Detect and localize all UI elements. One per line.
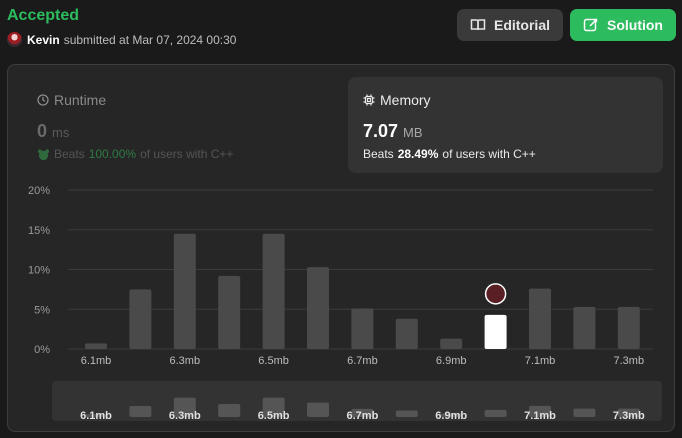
- submission-info: Kevin submitted at Mar 07, 2024 00:30: [7, 32, 236, 47]
- bar: [262, 233, 285, 349]
- bar: [440, 338, 463, 349]
- editorial-button[interactable]: Editorial: [457, 9, 563, 41]
- x-tick-label: 6.3mb: [170, 355, 201, 367]
- bar-highlight: [484, 314, 507, 349]
- bar: [617, 306, 640, 349]
- y-tick-label: 10%: [28, 265, 50, 277]
- overview-tick-label: 6.1mb: [80, 410, 112, 422]
- bar: [573, 306, 596, 349]
- solution-label: Solution: [607, 17, 663, 33]
- book-icon: [470, 19, 486, 31]
- user-name[interactable]: Kevin: [27, 33, 60, 47]
- bar: [395, 318, 418, 349]
- avatar[interactable]: [7, 32, 22, 47]
- overview-tick-label: 6.3mb: [169, 410, 201, 422]
- overview-bar: [129, 406, 152, 417]
- y-tick-label: 20%: [28, 185, 50, 197]
- editorial-label: Editorial: [493, 17, 550, 33]
- overview-tick-label: 6.5mb: [258, 410, 290, 422]
- x-tick-label: 7.3mb: [614, 355, 645, 367]
- overview-bar: [307, 402, 329, 417]
- overview-tick-label: 6.7mb: [347, 410, 379, 422]
- edit-icon: [583, 18, 598, 32]
- bar: [529, 288, 551, 349]
- bar: [218, 275, 241, 349]
- overview-bar: [484, 409, 507, 417]
- bar: [307, 267, 329, 349]
- overview-bar: [573, 408, 596, 417]
- bar: [351, 308, 374, 349]
- x-tick-label: 6.1mb: [81, 355, 112, 367]
- x-tick-label: 7.1mb: [525, 355, 556, 367]
- overview-bar: [218, 403, 241, 417]
- user-avatar-marker: [484, 283, 507, 305]
- overview-tick-label: 7.3mb: [613, 410, 645, 422]
- submitted-text: submitted at Mar 07, 2024 00:30: [63, 32, 237, 47]
- x-tick-label: 6.7mb: [347, 355, 378, 367]
- x-tick-label: 6.5mb: [258, 355, 289, 367]
- overview-tick-label: 7.1mb: [524, 410, 556, 422]
- stats-panel: Runtime 0 ms Beats 100.00% of users with…: [7, 64, 675, 432]
- bar: [173, 233, 196, 349]
- bar: [129, 289, 152, 349]
- y-tick-label: 5%: [34, 304, 50, 316]
- status-title: Accepted: [7, 7, 80, 24]
- y-tick-label: 0%: [34, 344, 50, 356]
- overview-bar: [395, 410, 418, 417]
- overview-tick-label: 6.9mb: [435, 410, 467, 422]
- x-tick-label: 6.9mb: [436, 355, 467, 367]
- bar: [85, 343, 107, 349]
- solution-button[interactable]: Solution: [570, 9, 676, 41]
- memory-distribution-chart: 0% 5% 10% 15% 20% 6.1mb 6.1mb 6.3mb 6.3mb 6.5mb 6.…: [28, 185, 653, 422]
- y-tick-label: 15%: [28, 225, 50, 237]
